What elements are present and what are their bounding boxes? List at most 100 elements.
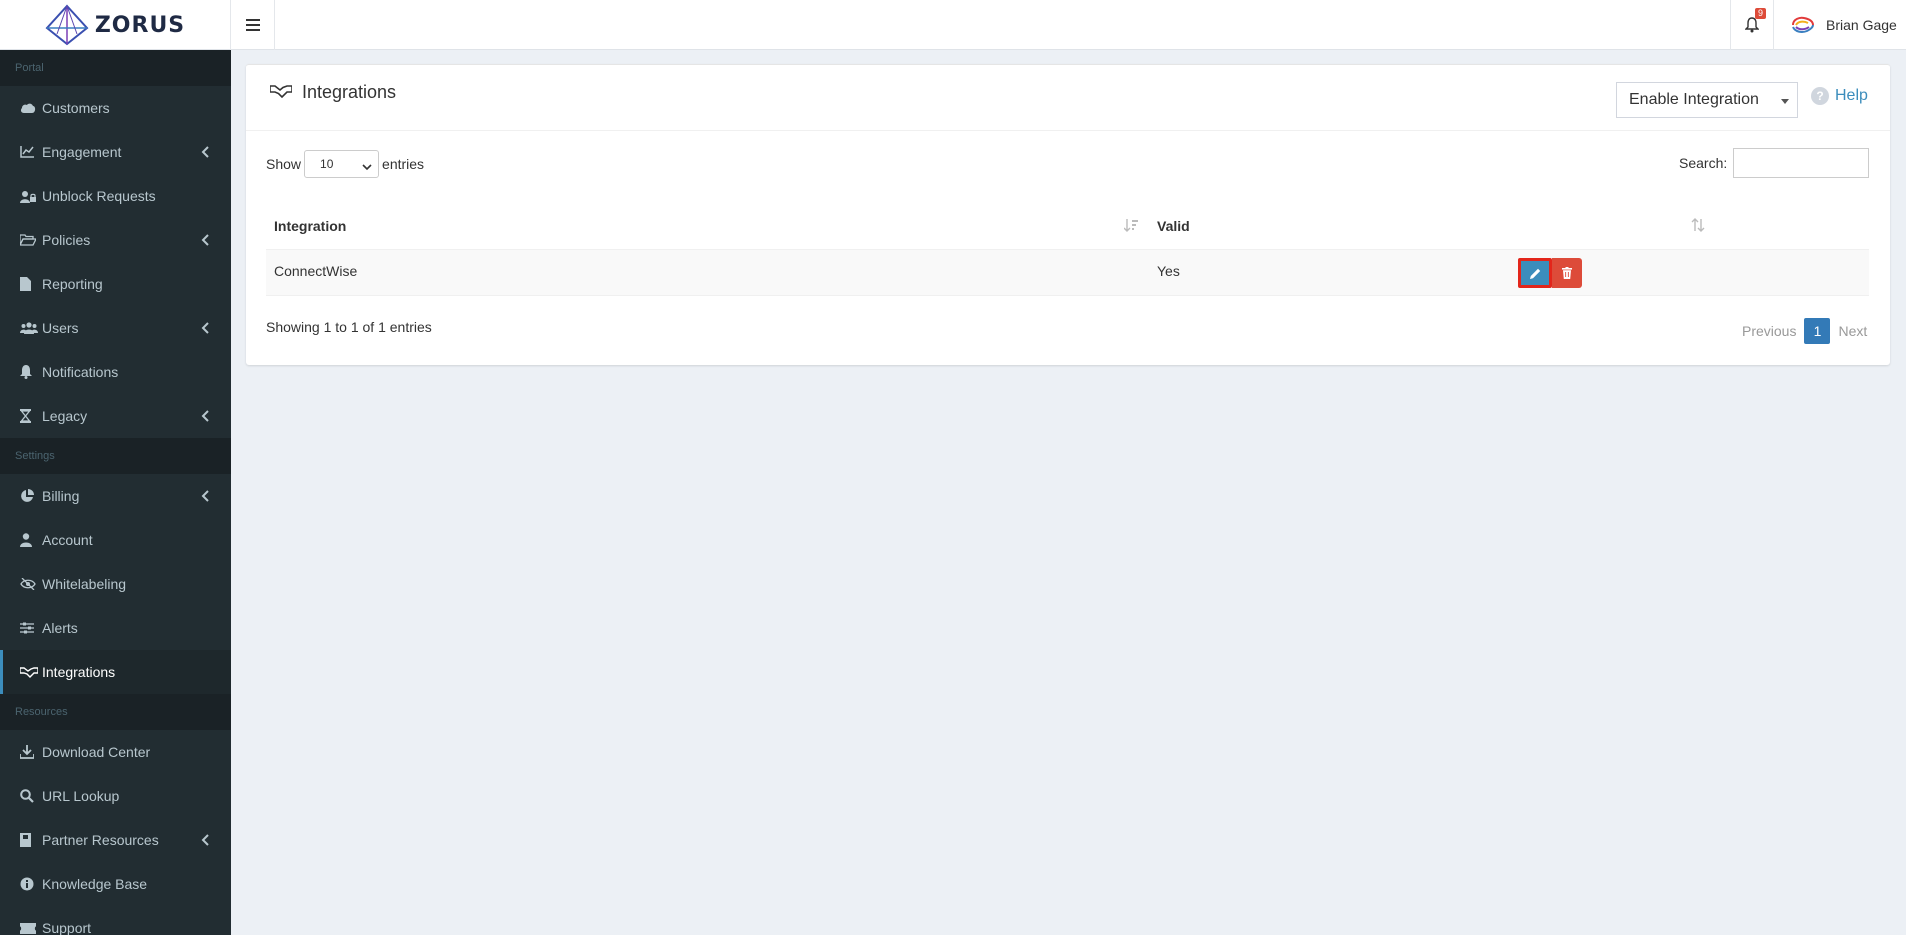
sidebar-section-portal: Portal — [0, 50, 231, 86]
sidebar-item-customers[interactable]: Customers — [0, 86, 231, 130]
sidebar-item-reporting[interactable]: Reporting — [0, 262, 231, 306]
cloud-icon — [20, 102, 42, 114]
sidebar-item-label: Knowledge Base — [42, 876, 148, 892]
table-info: Showing 1 to 1 of 1 entries — [266, 319, 432, 335]
sidebar-item-label: Users — [42, 320, 79, 336]
user-icon — [20, 533, 42, 547]
pagination-page-1[interactable]: 1 — [1804, 318, 1831, 344]
sidebar-item-label: Whitelabeling — [42, 576, 127, 592]
brand-name: ZORUS — [94, 12, 186, 38]
sidebar-item-label: Engagement — [42, 144, 122, 160]
sidebar-item-label: Account — [42, 532, 93, 548]
user-menu[interactable]: Brian Gage — [1790, 0, 1897, 50]
file-icon — [20, 277, 42, 291]
table-search: Search: — [1679, 148, 1870, 178]
sort-both-icon[interactable] — [1691, 218, 1705, 235]
sidebar-item-engagement[interactable]: Engagement — [0, 130, 231, 174]
sidebar-item-label: Integrations — [42, 664, 116, 680]
hourglass-icon — [20, 409, 42, 423]
page-title: Integrations — [269, 82, 397, 103]
sidebar-section-resources: Resources — [0, 694, 231, 730]
enable-integration-value: Enable Integration — [1629, 91, 1759, 108]
pagination-next[interactable]: Next — [1838, 323, 1867, 339]
sidebar-item-users[interactable]: Users — [0, 306, 231, 350]
sidebar-item-url-lookup[interactable]: URL Lookup — [0, 774, 231, 818]
edit-button[interactable] — [1518, 258, 1552, 288]
chevron-left-icon — [199, 408, 211, 424]
entries-label: entries — [382, 156, 425, 172]
sidebar-item-account[interactable]: Account — [0, 518, 231, 562]
integrations-panel: Integrations Enable Integration ? Help S… — [246, 64, 1890, 365]
sidebar-item-label: Support — [42, 920, 92, 935]
sidebar-item-label: Reporting — [42, 276, 103, 292]
sidebar-item-policies[interactable]: Policies — [0, 218, 231, 262]
sidebar-item-label: Billing — [42, 488, 80, 504]
delete-button[interactable] — [1552, 258, 1582, 288]
column-header-integration[interactable]: Integration — [274, 218, 346, 234]
sidebar-item-legacy[interactable]: Legacy — [0, 394, 231, 438]
page-title-text: Integrations — [302, 82, 397, 102]
help-link[interactable]: ? Help — [1811, 87, 1868, 105]
sidebar-item-unblock-requests[interactable]: Unblock Requests — [0, 174, 231, 218]
show-label: Show — [266, 156, 302, 172]
integrations-table: Integration Valid ConnectWise Yes — [266, 204, 1869, 296]
sidebar: Portal Customers Engagement Unblock Requ… — [0, 50, 231, 935]
pie-chart-icon — [20, 489, 42, 503]
sidebar-item-billing[interactable]: Billing — [0, 474, 231, 518]
chevron-left-icon — [199, 144, 211, 160]
chevron-left-icon — [199, 488, 211, 504]
sidebar-item-alerts[interactable]: Alerts — [0, 606, 231, 650]
avatar — [1792, 16, 1814, 33]
ticket-icon — [20, 922, 42, 934]
search-icon — [20, 789, 42, 803]
sidebar-item-label: Download Center — [42, 744, 151, 760]
sidebar-section-settings: Settings — [0, 438, 231, 474]
sidebar-item-knowledge-base[interactable]: Knowledge Base — [0, 862, 231, 906]
page-length-control: Show 10 entries — [266, 150, 424, 178]
page-length-select[interactable]: 10 — [304, 150, 380, 178]
sidebar-item-label: Customers — [42, 100, 110, 116]
cell-integration: ConnectWise — [274, 263, 358, 279]
sidebar-item-download-center[interactable]: Download Center — [0, 730, 231, 774]
sidebar-item-label: URL Lookup — [42, 788, 120, 804]
cell-valid: Yes — [1157, 263, 1180, 279]
book-icon — [20, 833, 42, 847]
user-name: Brian Gage — [1826, 17, 1897, 33]
question-circle-icon: ? — [1811, 87, 1829, 105]
zorus-logo-icon — [45, 4, 89, 46]
table-header: Integration Valid — [266, 204, 1869, 250]
sliders-icon — [20, 622, 42, 634]
sidebar-item-label: Partner Resources — [42, 832, 159, 848]
panel-header: Integrations Enable Integration ? Help — [246, 65, 1890, 131]
handshake-icon — [269, 82, 293, 103]
enable-integration-select[interactable]: Enable Integration — [1616, 82, 1798, 118]
sidebar-item-label: Unblock Requests — [42, 188, 156, 204]
handshake-icon — [20, 666, 42, 678]
search-input[interactable] — [1733, 148, 1870, 178]
bell-icon — [1745, 17, 1759, 33]
sidebar-item-integrations[interactable]: Integrations — [0, 650, 231, 694]
sidebar-item-label: Notifications — [42, 364, 119, 380]
sidebar-item-label: Legacy — [42, 408, 88, 424]
sidebar-item-label: Policies — [42, 232, 91, 248]
chevron-left-icon — [199, 832, 211, 848]
logo[interactable]: ZORUS — [0, 0, 231, 50]
notifications-button[interactable]: 9 — [1730, 0, 1774, 50]
sidebar-item-support[interactable]: Support — [0, 906, 231, 935]
sidebar-item-partner-resources[interactable]: Partner Resources — [0, 818, 231, 862]
user-lock-icon — [20, 190, 42, 203]
top-navbar: ZORUS 9 Brian Gage — [0, 0, 1906, 50]
pagination-previous[interactable]: Previous — [1742, 323, 1796, 339]
trash-icon — [1562, 267, 1572, 279]
chevron-left-icon — [199, 320, 211, 336]
table-row: ConnectWise Yes — [266, 250, 1869, 296]
page-length-value: 10 — [320, 157, 334, 171]
chevron-down-icon — [362, 160, 372, 174]
sidebar-item-whitelabeling[interactable]: Whitelabeling — [0, 562, 231, 606]
column-header-valid[interactable]: Valid — [1157, 218, 1190, 234]
sidebar-toggle-button[interactable] — [231, 0, 275, 50]
sort-ascending-icon[interactable] — [1123, 218, 1138, 235]
folder-open-icon — [20, 234, 42, 246]
bell-icon — [20, 365, 42, 379]
sidebar-item-notifications[interactable]: Notifications — [0, 350, 231, 394]
